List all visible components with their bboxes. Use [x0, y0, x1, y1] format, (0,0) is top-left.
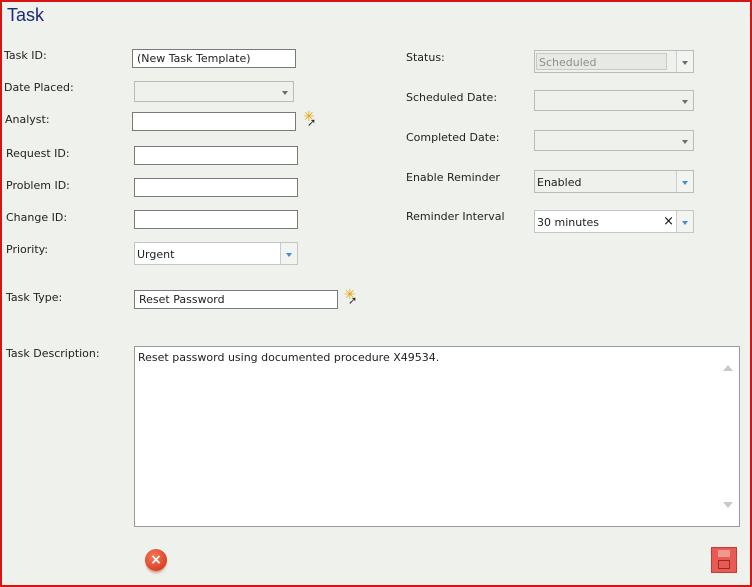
floppy-shutter	[718, 560, 730, 569]
task-description-text: Reset password using documented procedur…	[138, 351, 440, 364]
analyst-input[interactable]	[132, 112, 296, 131]
task-type-lookup-icon[interactable]: ✳ ➚	[344, 287, 362, 307]
enable-reminder-dropdown-arrow-icon[interactable]	[676, 171, 693, 192]
change-id-input[interactable]	[134, 210, 298, 229]
analyst-label: Analyst:	[5, 113, 50, 126]
status-value: Scheduled	[539, 56, 597, 69]
task-description-textarea[interactable]: Reset password using documented procedur…	[134, 346, 740, 527]
problem-id-input[interactable]	[134, 178, 298, 197]
request-id-input[interactable]	[134, 146, 298, 165]
priority-label: Priority:	[6, 243, 49, 256]
task-description-label: Task Description:	[6, 347, 100, 360]
task-id-input[interactable]: (New Task Template)	[132, 49, 296, 68]
change-id-label: Change ID:	[6, 211, 68, 224]
status-label: Status:	[406, 51, 445, 64]
completed-date-label: Completed Date:	[406, 131, 500, 144]
floppy-label-band	[718, 550, 730, 557]
scroll-down-icon[interactable]	[723, 502, 733, 508]
completed-date-dropdown[interactable]	[534, 130, 694, 151]
page-title: Task	[7, 5, 45, 25]
priority-dropdown-arrow-icon[interactable]	[280, 243, 297, 264]
completed-date-dropdown-arrow-icon[interactable]	[677, 131, 693, 150]
scroll-up-icon[interactable]	[723, 365, 733, 371]
request-id-label: Request ID:	[6, 147, 70, 160]
enable-reminder-value: Enabled	[537, 176, 582, 189]
scheduled-date-label: Scheduled Date:	[406, 91, 498, 104]
enable-reminder-dropdown[interactable]: Enabled	[534, 170, 694, 193]
clear-icon[interactable]: ×	[663, 214, 674, 229]
enable-reminder-label: Enable Reminder	[406, 171, 500, 184]
cancel-icon[interactable]: ×	[145, 549, 167, 571]
reminder-interval-dropdown-arrow-icon[interactable]	[676, 211, 693, 232]
task-form-window: Task Task ID: Date Placed: Analyst: Requ…	[0, 0, 752, 587]
cursor-icon: ➚	[348, 294, 358, 307]
date-placed-dropdown[interactable]	[134, 81, 294, 102]
task-type-label: Task Type:	[6, 291, 63, 304]
reminder-interval-dropdown[interactable]: 30 minutes ×	[534, 210, 694, 233]
priority-value: Urgent	[137, 248, 175, 261]
analyst-lookup-icon[interactable]: ✳ ➚	[303, 109, 321, 129]
date-placed-dropdown-arrow-icon[interactable]	[277, 82, 293, 101]
task-type-input[interactable]: Reset Password	[134, 290, 338, 309]
cursor-icon: ➚	[307, 116, 317, 129]
reminder-interval-label: Reminder Interval	[406, 210, 505, 223]
status-dropdown-arrow-icon	[676, 51, 693, 72]
scheduled-date-dropdown[interactable]	[534, 90, 694, 111]
priority-dropdown[interactable]: Urgent	[134, 242, 298, 265]
save-icon[interactable]	[711, 547, 737, 573]
problem-id-label: Problem ID:	[6, 179, 70, 192]
task-id-label: Task ID:	[4, 49, 47, 62]
date-placed-label: Date Placed:	[4, 81, 74, 94]
scheduled-date-dropdown-arrow-icon[interactable]	[677, 91, 693, 110]
reminder-interval-value: 30 minutes	[537, 216, 600, 229]
status-dropdown: Scheduled	[534, 50, 694, 73]
